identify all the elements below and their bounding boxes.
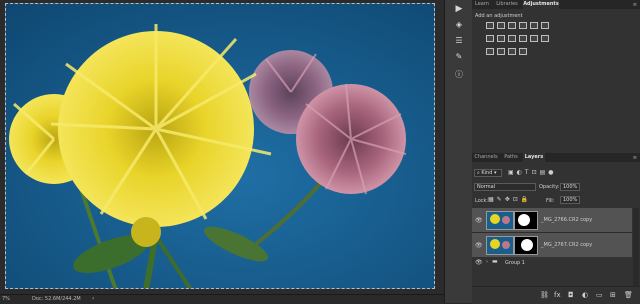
tab-learn[interactable]: Learn bbox=[472, 0, 492, 9]
color-balance-icon[interactable] bbox=[497, 35, 505, 42]
eye-icon[interactable]: 👁 bbox=[475, 217, 483, 224]
curves-icon[interactable] bbox=[508, 22, 516, 29]
folder-icon: ▬ bbox=[492, 258, 498, 265]
adjust-icon[interactable]: ◈ bbox=[452, 19, 466, 31]
brightness-contrast-icon[interactable] bbox=[486, 22, 494, 29]
adjustment-layer-icon[interactable]: ◐ bbox=[582, 291, 588, 299]
opacity-label: Opacity: bbox=[539, 184, 560, 190]
panel-toolstrip: ▶ ◈ ☰ ✎ ⓘ bbox=[444, 0, 474, 303]
invert-icon[interactable] bbox=[486, 48, 494, 55]
hue-saturation-icon[interactable] bbox=[486, 35, 494, 42]
new-group-icon[interactable]: ▭ bbox=[596, 291, 603, 299]
layer-thumbnail bbox=[486, 211, 514, 230]
link-layers-icon[interactable]: ⛓ bbox=[540, 291, 549, 299]
opacity-field[interactable]: 100% bbox=[560, 183, 580, 191]
layer-thumbnail bbox=[486, 236, 514, 255]
layer-mask-thumbnail[interactable] bbox=[514, 236, 538, 255]
zoom-level[interactable]: 7% bbox=[2, 296, 10, 302]
panel-menu-icon[interactable]: ≡ bbox=[633, 2, 637, 8]
layer-name[interactable]: _MG_2767.CR2 copy bbox=[541, 242, 592, 248]
delete-layer-icon[interactable]: 🗑 bbox=[624, 291, 633, 299]
photo-filter-icon[interactable] bbox=[519, 35, 527, 42]
gradient-map-icon[interactable] bbox=[541, 22, 549, 29]
filter-kind-dropdown[interactable]: ⌕ Kind ▾ bbox=[474, 169, 502, 177]
eye-icon[interactable]: 👁 bbox=[475, 259, 483, 266]
layer-name[interactable]: _MG_2766.CR2 copy bbox=[541, 217, 592, 223]
tab-channels[interactable]: Channels bbox=[472, 153, 500, 162]
fill-field[interactable]: 100% bbox=[560, 196, 580, 204]
vibrance-icon[interactable] bbox=[530, 22, 538, 29]
tab-libraries[interactable]: Libraries bbox=[494, 0, 520, 9]
levels-icon[interactable] bbox=[497, 22, 505, 29]
fx-icon[interactable]: fx bbox=[554, 291, 561, 299]
add-mask-icon[interactable]: ◘ bbox=[568, 291, 574, 299]
layers-footer: ⛓ fx ◘ ◐ ▭ ⊞ 🗑 bbox=[472, 286, 640, 304]
blend-mode-dropdown[interactable]: Normal bbox=[474, 183, 536, 191]
flower-photo bbox=[6, 4, 434, 288]
play-icon[interactable]: ▶ bbox=[452, 3, 466, 15]
group-row[interactable]: 👁 › ▬ Group 1 bbox=[472, 257, 632, 268]
threshold-icon[interactable] bbox=[508, 48, 516, 55]
sliders-icon[interactable]: ☰ bbox=[452, 35, 466, 47]
filter-icons[interactable]: ▣◐T⊡▤● bbox=[508, 169, 557, 176]
layer-row[interactable]: 👁 _MG_2767.CR2 copy bbox=[472, 233, 632, 258]
tab-layers[interactable]: Layers bbox=[523, 153, 545, 162]
panels-dock: Learn Libraries Adjustments ≡ Add an adj… bbox=[472, 0, 640, 304]
posterize-icon[interactable] bbox=[497, 48, 505, 55]
exposure-icon[interactable] bbox=[519, 22, 527, 29]
tab-adjustments[interactable]: Adjustments bbox=[523, 0, 559, 9]
fill-label: Fill: bbox=[546, 198, 555, 204]
tab-paths[interactable]: Paths bbox=[502, 153, 520, 162]
eye-icon[interactable]: 👁 bbox=[475, 242, 483, 249]
chevron-right-icon[interactable]: › bbox=[486, 259, 488, 265]
top-panel-tabs: Learn Libraries Adjustments ≡ bbox=[472, 0, 640, 9]
black-white-icon[interactable] bbox=[508, 35, 516, 42]
doc-size: Doc: 52.6M/244.2M bbox=[32, 296, 81, 302]
add-adjustment-label: Add an adjustment bbox=[475, 13, 523, 19]
group-name[interactable]: Group 1 bbox=[505, 260, 525, 266]
new-layer-icon[interactable]: ⊞ bbox=[610, 291, 616, 299]
layers-scrollbar[interactable] bbox=[633, 208, 639, 286]
layer-mask-thumbnail[interactable] bbox=[514, 211, 538, 230]
layers-panel-tabs: Channels Paths Layers ≡ bbox=[472, 153, 640, 162]
layers-panel-menu-icon[interactable]: ≡ bbox=[633, 155, 637, 161]
brush-panel-icon[interactable]: ✎ bbox=[452, 51, 466, 63]
layer-row[interactable]: 👁 _MG_2766.CR2 copy bbox=[472, 208, 632, 233]
lock-label: Lock: bbox=[475, 198, 489, 204]
lock-icons[interactable]: ▦✎✥⊡🔒 bbox=[488, 196, 531, 203]
info-icon[interactable]: ⓘ bbox=[452, 69, 466, 81]
channel-mixer-icon[interactable] bbox=[530, 35, 538, 42]
color-lookup-icon[interactable] bbox=[541, 35, 549, 42]
selective-color-icon[interactable] bbox=[519, 48, 527, 55]
document-image[interactable] bbox=[5, 3, 435, 289]
status-arrow-icon[interactable]: › bbox=[92, 295, 94, 302]
document-canvas-area bbox=[0, 0, 444, 294]
